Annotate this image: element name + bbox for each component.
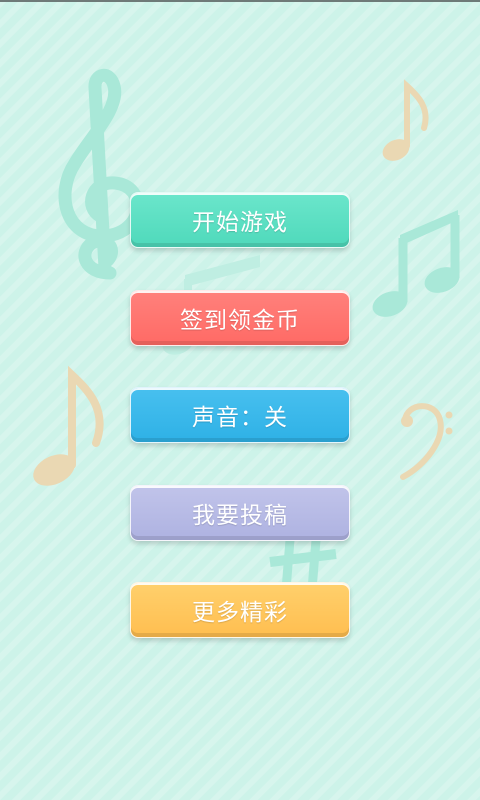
main-menu: 开始游戏 签到领金币 声音：关 我要投稿 更多精彩 <box>0 0 480 800</box>
more-games-button[interactable]: 更多精彩 <box>130 582 350 638</box>
checkin-coins-label: 签到领金币 <box>180 308 300 334</box>
submit-content-label: 我要投稿 <box>192 503 288 529</box>
sound-toggle-label: 声音：关 <box>192 405 288 431</box>
sound-toggle-button[interactable]: 声音：关 <box>130 387 350 443</box>
more-games-label: 更多精彩 <box>192 600 288 626</box>
start-game-label: 开始游戏 <box>192 210 288 236</box>
checkin-coins-button[interactable]: 签到领金币 <box>130 290 350 346</box>
start-game-button[interactable]: 开始游戏 <box>130 192 350 248</box>
submit-content-button[interactable]: 我要投稿 <box>130 485 350 541</box>
